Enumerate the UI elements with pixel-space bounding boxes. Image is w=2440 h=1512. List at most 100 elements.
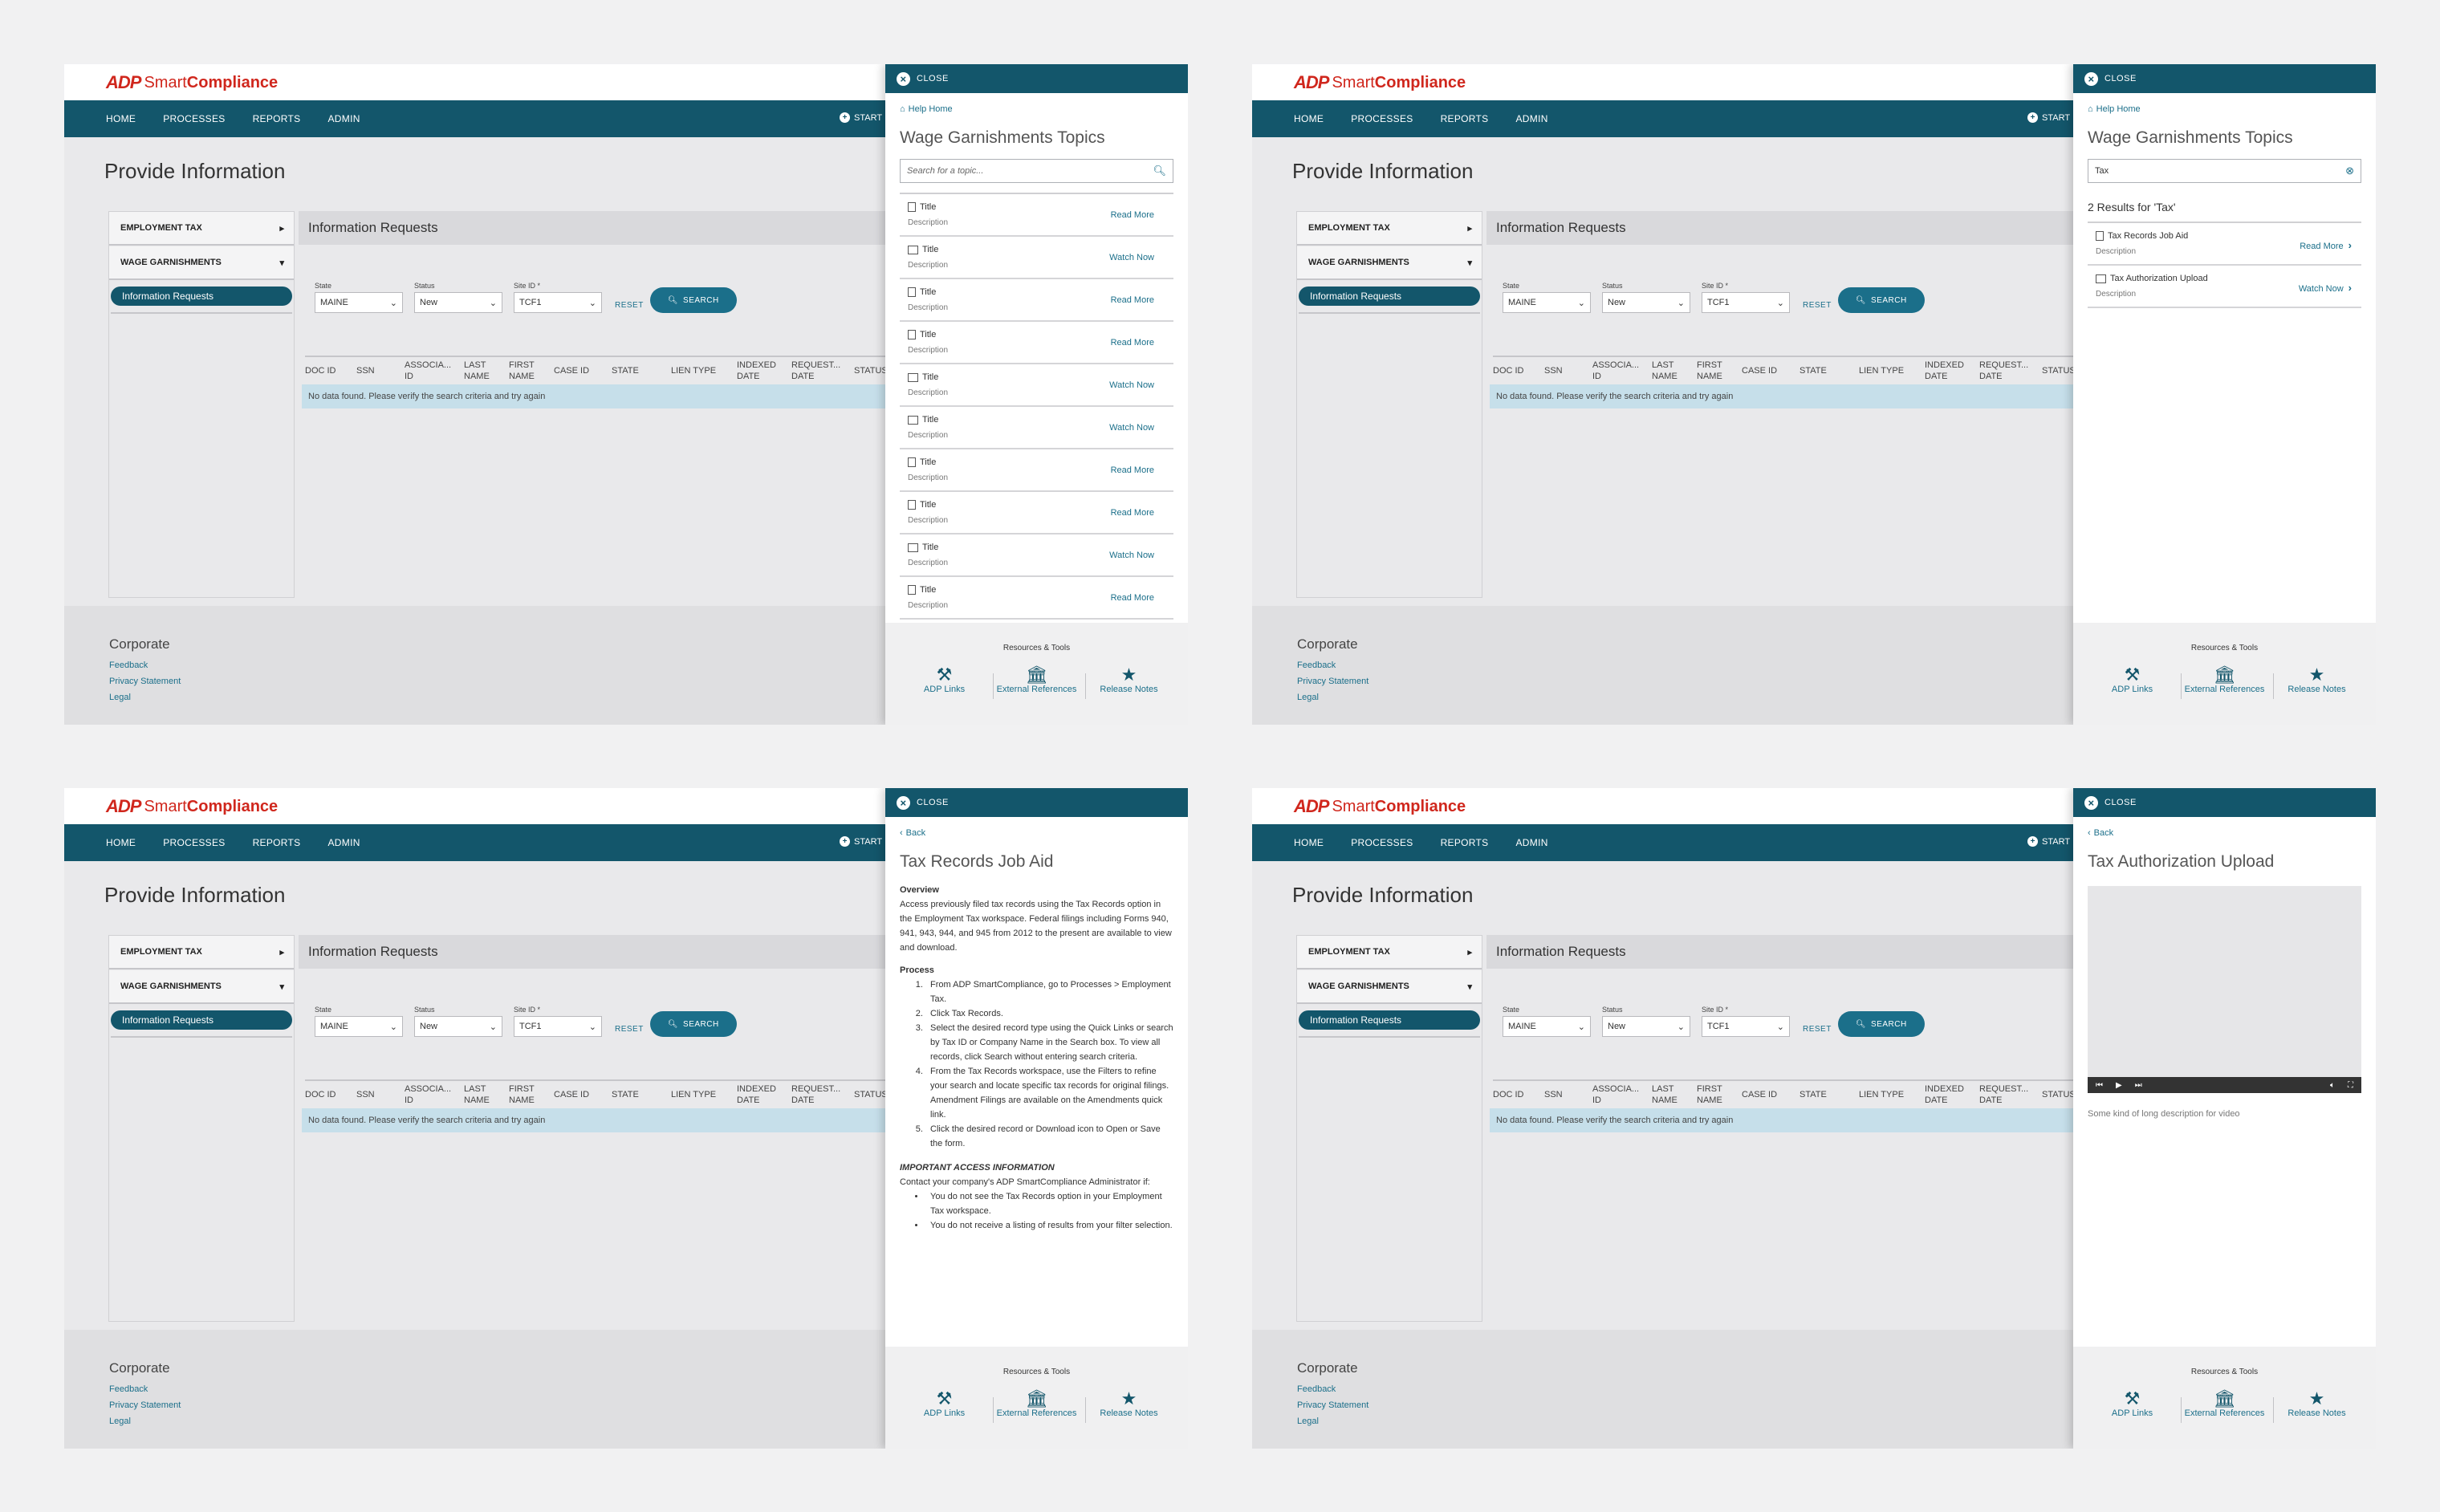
- tool-release-notes[interactable]: ★ Release Notes: [2272, 665, 2361, 699]
- col-ssn[interactable]: SSN: [356, 1089, 405, 1100]
- nav-admin[interactable]: ADMIN: [1516, 837, 1548, 848]
- col-request-date[interactable]: REQUEST... DATE: [1979, 360, 2042, 382]
- tool-external-references[interactable]: 🏛︎ External References: [992, 1389, 1081, 1423]
- col-doc-id[interactable]: DOC ID: [1493, 365, 1544, 376]
- list-item[interactable]: Tax Records Job Aid Description Read More ›: [2088, 223, 2361, 266]
- col-first-name[interactable]: FIRST NAME: [509, 1083, 554, 1106]
- sidebar-item-employment-tax[interactable]: EMPLOYMENT TAX ▸: [109, 212, 294, 246]
- list-item[interactable]: Title Description Read More: [900, 194, 1173, 237]
- col-request-date[interactable]: REQUEST... DATE: [791, 360, 854, 382]
- nav-start-button[interactable]: + START: [2027, 836, 2070, 847]
- help-home-link[interactable]: ⌂ Help Home: [2088, 104, 2361, 114]
- nav-admin[interactable]: ADMIN: [328, 837, 360, 848]
- nav-reports[interactable]: REPORTS: [1441, 837, 1489, 848]
- app-logo[interactable]: ADP Smart Compliance: [106, 71, 278, 95]
- col-associate-id[interactable]: ASSOCIA... ID: [405, 1083, 464, 1106]
- col-ssn[interactable]: SSN: [1544, 1089, 1592, 1100]
- reset-button[interactable]: RESET: [615, 301, 644, 310]
- list-item[interactable]: Title Description Read More: [900, 492, 1173, 534]
- sidebar-item-information-requests[interactable]: Information Requests: [1299, 287, 1480, 306]
- tool-release-notes[interactable]: ★ Release Notes: [2272, 1389, 2361, 1423]
- list-item[interactable]: Title Description Read More: [900, 322, 1173, 364]
- list-item[interactable]: Title Description Read More: [900, 577, 1173, 620]
- col-last-name[interactable]: LAST NAME: [1652, 1083, 1697, 1106]
- col-request-date[interactable]: REQUEST... DATE: [1979, 1083, 2042, 1106]
- col-state[interactable]: STATE: [612, 365, 671, 376]
- list-item[interactable]: Title Description Watch Now: [900, 364, 1173, 407]
- state-select[interactable]: MAINE ⌄: [315, 292, 403, 313]
- nav-processes[interactable]: PROCESSES: [163, 837, 225, 848]
- col-case-id[interactable]: CASE ID: [554, 1089, 612, 1100]
- col-associate-id[interactable]: ASSOCIA... ID: [1592, 1083, 1652, 1106]
- col-lien-type[interactable]: LIEN TYPE: [1859, 365, 1925, 376]
- list-item[interactable]: Title Description Read More: [900, 449, 1173, 492]
- sidebar-item-employment-tax[interactable]: EMPLOYMENT TAX ▸: [1297, 936, 1482, 969]
- watch-now-link[interactable]: Watch Now: [1109, 253, 1154, 262]
- state-select[interactable]: MAINE ⌄: [1503, 1016, 1591, 1037]
- read-more-link[interactable]: Read More: [1111, 338, 1154, 348]
- nav-start-button[interactable]: + START: [2027, 112, 2070, 123]
- col-case-id[interactable]: CASE ID: [1742, 1089, 1800, 1100]
- sidebar-item-employment-tax[interactable]: EMPLOYMENT TAX ▸: [109, 936, 294, 969]
- skip-forward-icon[interactable]: ⏭︎: [2135, 1081, 2142, 1090]
- nav-reports[interactable]: REPORTS: [253, 113, 301, 124]
- close-button[interactable]: CLOSE: [2104, 798, 2137, 807]
- col-indexed-date[interactable]: INDEXED DATE: [737, 360, 791, 382]
- col-lien-type[interactable]: LIEN TYPE: [1859, 1089, 1925, 1100]
- col-state[interactable]: STATE: [1800, 1089, 1859, 1100]
- col-state[interactable]: STATE: [1800, 365, 1859, 376]
- read-more-link[interactable]: Read More: [1111, 465, 1154, 475]
- nav-reports[interactable]: REPORTS: [253, 837, 301, 848]
- app-logo[interactable]: ADP Smart Compliance: [1294, 71, 1466, 95]
- close-icon[interactable]: ×: [2084, 795, 2098, 810]
- sidebar-item-information-requests[interactable]: Information Requests: [111, 1010, 292, 1030]
- sidebar-item-wage-garnishments[interactable]: WAGE GARNISHMENTS ▾: [109, 970, 294, 1004]
- search-button[interactable]: 🔍︎ SEARCH: [1837, 287, 1925, 313]
- fullscreen-icon[interactable]: ⛶︎: [2348, 1081, 2353, 1090]
- topic-search-input[interactable]: Search for a topic... 🔍︎: [900, 159, 1173, 183]
- search-icon[interactable]: 🔍︎: [1153, 165, 1166, 177]
- app-logo[interactable]: ADP Smart Compliance: [106, 795, 278, 819]
- play-icon[interactable]: ▶: [2116, 1081, 2122, 1090]
- nav-processes[interactable]: PROCESSES: [1351, 113, 1413, 124]
- site-id-select[interactable]: TCF1 ⌄: [514, 1016, 602, 1037]
- tool-adp-links[interactable]: ⚒︎ ADP Links: [2088, 1389, 2177, 1419]
- status-select[interactable]: New ⌄: [1602, 292, 1690, 313]
- back-link[interactable]: ‹ Back: [900, 828, 1173, 838]
- watch-now-link[interactable]: Watch Now: [1109, 423, 1154, 433]
- help-home-link[interactable]: ⌂ Help Home: [900, 104, 1173, 114]
- close-icon[interactable]: ×: [897, 795, 910, 810]
- col-first-name[interactable]: FIRST NAME: [1697, 360, 1742, 382]
- reset-button[interactable]: RESET: [615, 1025, 644, 1034]
- clear-search-icon[interactable]: ⊗: [2345, 165, 2354, 177]
- status-select[interactable]: New ⌄: [414, 1016, 502, 1037]
- nav-admin[interactable]: ADMIN: [1516, 113, 1548, 124]
- watch-now-link[interactable]: Watch Now: [1109, 380, 1154, 390]
- col-indexed-date[interactable]: INDEXED DATE: [737, 1083, 791, 1106]
- tool-release-notes[interactable]: ★ Release Notes: [1084, 1389, 1173, 1423]
- col-lien-type[interactable]: LIEN TYPE: [671, 365, 737, 376]
- col-lien-type[interactable]: LIEN TYPE: [671, 1089, 737, 1100]
- sidebar-item-information-requests[interactable]: Information Requests: [1299, 1010, 1480, 1030]
- sidebar-item-information-requests[interactable]: Information Requests: [111, 287, 292, 306]
- search-button[interactable]: 🔍︎ SEARCH: [649, 287, 737, 313]
- state-select[interactable]: MAINE ⌄: [315, 1016, 403, 1037]
- nav-start-button[interactable]: + START: [840, 112, 882, 123]
- search-button[interactable]: 🔍︎ SEARCH: [1837, 1011, 1925, 1037]
- tool-adp-links[interactable]: ⚒︎ ADP Links: [901, 665, 989, 695]
- close-button[interactable]: CLOSE: [2104, 74, 2137, 83]
- col-associate-id[interactable]: ASSOCIA... ID: [1592, 360, 1652, 382]
- col-case-id[interactable]: CASE ID: [1742, 365, 1800, 376]
- tool-release-notes[interactable]: ★ Release Notes: [1084, 665, 1173, 699]
- close-icon[interactable]: ×: [897, 71, 910, 86]
- nav-home[interactable]: HOME: [1294, 837, 1324, 848]
- col-doc-id[interactable]: DOC ID: [1493, 1089, 1544, 1100]
- tool-external-references[interactable]: 🏛︎ External References: [2180, 1389, 2269, 1423]
- list-item[interactable]: Title Description Read More: [900, 279, 1173, 322]
- nav-reports[interactable]: REPORTS: [1441, 113, 1489, 124]
- col-request-date[interactable]: REQUEST... DATE: [791, 1083, 854, 1106]
- site-id-select[interactable]: TCF1 ⌄: [514, 292, 602, 313]
- sidebar-item-employment-tax[interactable]: EMPLOYMENT TAX ▸: [1297, 212, 1482, 246]
- back-link[interactable]: ‹ Back: [2088, 828, 2361, 838]
- list-item[interactable]: Title Description Watch Now: [900, 237, 1173, 279]
